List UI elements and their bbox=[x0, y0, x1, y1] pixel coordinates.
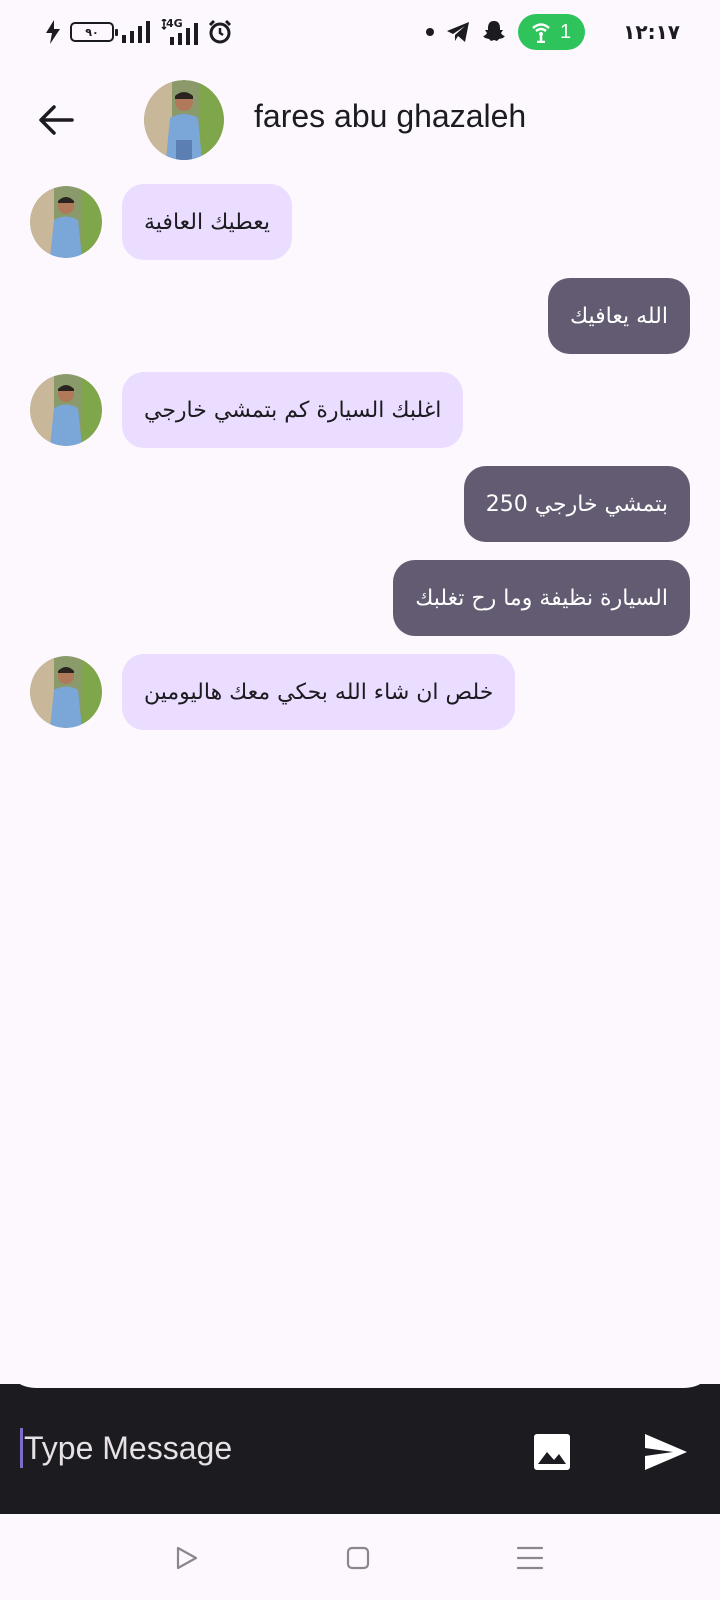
status-bar: ٩٠ 4G 1 ١٢:١٧ bbox=[0, 0, 720, 64]
sender-avatar[interactable] bbox=[30, 186, 102, 258]
nav-home-button[interactable] bbox=[338, 1538, 378, 1578]
message-row: السيارة نظيفة وما رح تغلبك bbox=[0, 560, 720, 636]
snapchat-icon bbox=[483, 21, 506, 41]
charging-icon bbox=[46, 20, 60, 44]
message-input-wrap bbox=[20, 1420, 500, 1476]
contact-avatar[interactable] bbox=[144, 80, 224, 160]
hotspot-icon bbox=[532, 23, 550, 43]
sender-avatar[interactable] bbox=[30, 374, 102, 446]
outgoing-message-bubble: بتمشي خارجي 250 bbox=[463, 466, 690, 542]
clock: ١٢:١٧ bbox=[623, 20, 680, 44]
chat-header: fares abu ghazaleh bbox=[0, 64, 720, 176]
chat-sheet-edge bbox=[0, 1344, 720, 1388]
message-row: يعطيك العافية bbox=[0, 184, 720, 260]
message-row: الله يعافيك bbox=[0, 278, 720, 354]
nav-recents-button[interactable] bbox=[510, 1538, 550, 1578]
message-list: يعطيك العافية الله يعافيك اغلبك السيارة … bbox=[0, 184, 720, 1384]
back-triangle-icon bbox=[176, 1546, 198, 1570]
hotspot-count: 1 bbox=[560, 20, 572, 43]
message-input[interactable] bbox=[24, 1420, 500, 1476]
back-button[interactable] bbox=[32, 96, 80, 144]
send-icon bbox=[645, 1434, 687, 1470]
dot-icon bbox=[426, 28, 435, 36]
signal-icon bbox=[122, 21, 150, 43]
message-row: خلص ان شاء الله بحكي معك هاليومين bbox=[0, 654, 720, 730]
message-row: بتمشي خارجي 250 bbox=[0, 466, 720, 542]
battery-level: ٩٠ bbox=[85, 25, 99, 39]
incoming-message-bubble: يعطيك العافية bbox=[122, 184, 293, 260]
outgoing-message-bubble: السيارة نظيفة وما رح تغلبك bbox=[393, 560, 690, 636]
contact-name: fares abu ghazaleh bbox=[254, 98, 527, 134]
status-right-group: 1 ١٢:١٧ bbox=[426, 14, 680, 50]
hotspot-indicator: 1 bbox=[518, 14, 586, 50]
message-row: اغلبك السيارة كم بتمشي خارجي bbox=[0, 372, 720, 448]
text-caret bbox=[20, 1428, 23, 1468]
outgoing-message-bubble: الله يعافيك bbox=[547, 278, 690, 354]
image-icon bbox=[534, 1434, 570, 1470]
status-left-group: ٩٠ 4G bbox=[44, 17, 232, 46]
signal-4g-icon: 4G bbox=[160, 17, 200, 45]
attach-image-button[interactable] bbox=[528, 1428, 576, 1476]
incoming-message-bubble: خلص ان شاء الله بحكي معك هاليومين bbox=[122, 654, 516, 730]
home-square-icon bbox=[346, 1546, 370, 1570]
telegram-icon bbox=[447, 22, 470, 42]
recents-menu-icon bbox=[516, 1546, 544, 1570]
incoming-message-bubble: اغلبك السيارة كم بتمشي خارجي bbox=[122, 372, 464, 448]
arrow-left-icon bbox=[39, 105, 74, 135]
system-nav-bar bbox=[0, 1514, 720, 1600]
sender-avatar[interactable] bbox=[30, 656, 102, 728]
battery-icon: ٩٠ bbox=[70, 22, 118, 42]
alarm-icon bbox=[208, 20, 232, 44]
send-button[interactable] bbox=[638, 1424, 694, 1480]
composer-bar bbox=[0, 1384, 720, 1514]
nav-back-button[interactable] bbox=[166, 1538, 206, 1578]
